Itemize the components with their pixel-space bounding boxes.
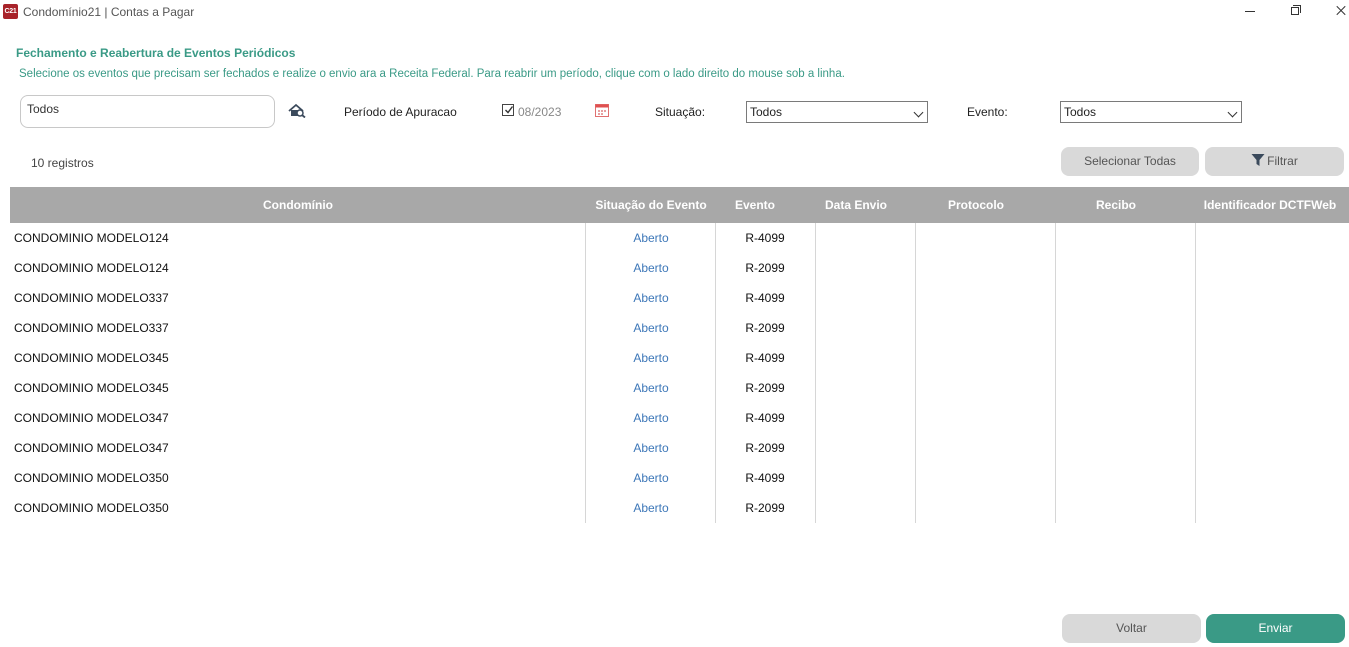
cell-evento: R-4099 bbox=[745, 351, 785, 365]
cell-situacao: Aberto bbox=[633, 471, 669, 485]
condominio-filter-input[interactable]: Todos bbox=[20, 95, 275, 128]
table-row[interactable]: CONDOMINIO MODELO124 Aberto R-4099 bbox=[10, 223, 1349, 253]
table-row[interactable]: CONDOMINIO MODELO347 Aberto R-2099 bbox=[10, 433, 1349, 463]
cell-condominio: CONDOMINIO MODELO124 bbox=[14, 261, 169, 275]
cell-condominio: CONDOMINIO MODELO337 bbox=[14, 291, 169, 305]
cell-situacao: Aberto bbox=[633, 231, 669, 245]
column-header-evento[interactable]: Evento bbox=[716, 187, 794, 223]
cell-evento: R-4099 bbox=[745, 291, 785, 305]
cell-evento: R-2099 bbox=[745, 381, 785, 395]
cell-condominio: CONDOMINIO MODELO350 bbox=[14, 501, 169, 515]
column-header-data-envio[interactable]: Data Envio bbox=[816, 187, 896, 223]
column-header-protocolo[interactable]: Protocolo bbox=[916, 187, 1036, 223]
cell-evento: R-2099 bbox=[745, 261, 785, 275]
select-all-button[interactable]: Selecionar Todas bbox=[1061, 147, 1199, 176]
cell-situacao: Aberto bbox=[633, 261, 669, 275]
calendar-icon[interactable] bbox=[595, 103, 609, 117]
chevron-down-icon bbox=[1227, 107, 1238, 118]
title-bar: C21 Condomínio21 | Contas a Pagar bbox=[0, 0, 1349, 24]
cell-evento: R-4099 bbox=[745, 231, 785, 245]
situacao-select[interactable]: Todos bbox=[746, 101, 928, 123]
close-icon[interactable] bbox=[1332, 3, 1349, 19]
evento-select[interactable]: Todos bbox=[1060, 101, 1242, 123]
evento-label: Evento: bbox=[967, 105, 1008, 119]
filter-button[interactable]: Filtrar bbox=[1205, 147, 1344, 176]
table-row[interactable]: CONDOMINIO MODELO345 Aberto R-2099 bbox=[10, 373, 1349, 403]
chevron-down-icon bbox=[913, 107, 924, 118]
cell-evento: R-2099 bbox=[745, 501, 785, 515]
table-row[interactable]: CONDOMINIO MODELO350 Aberto R-4099 bbox=[10, 463, 1349, 493]
cell-condominio: CONDOMINIO MODELO347 bbox=[14, 441, 169, 455]
column-header-condominio[interactable]: Condomínio bbox=[10, 187, 586, 223]
cell-situacao: Aberto bbox=[633, 351, 669, 365]
page-instructions: Selecione os eventos que precisam ser fe… bbox=[19, 68, 845, 80]
column-header-recibo[interactable]: Recibo bbox=[1056, 187, 1176, 223]
checkbox-icon bbox=[505, 106, 514, 114]
cell-condominio: CONDOMINIO MODELO350 bbox=[14, 471, 169, 485]
cell-situacao: Aberto bbox=[633, 441, 669, 455]
record-count: 10 registros bbox=[31, 156, 94, 170]
table-row[interactable]: CONDOMINIO MODELO124 Aberto R-2099 bbox=[10, 253, 1349, 283]
table-row[interactable]: CONDOMINIO MODELO337 Aberto R-4099 bbox=[10, 283, 1349, 313]
back-button[interactable]: Voltar bbox=[1062, 614, 1201, 643]
cell-condominio: CONDOMINIO MODELO345 bbox=[14, 351, 169, 365]
minimize-icon[interactable] bbox=[1241, 3, 1259, 19]
cell-situacao: Aberto bbox=[633, 381, 669, 395]
column-header-situacao[interactable]: Situação do Evento bbox=[586, 187, 716, 223]
periodo-input[interactable]: 08/2023 bbox=[518, 105, 561, 119]
cell-evento: R-2099 bbox=[745, 321, 785, 335]
cell-condominio: CONDOMINIO MODELO345 bbox=[14, 381, 169, 395]
table-row[interactable]: CONDOMINIO MODELO347 Aberto R-4099 bbox=[10, 403, 1349, 433]
page-title: Fechamento e Reabertura de Eventos Perió… bbox=[16, 46, 296, 60]
cell-evento: R-4099 bbox=[745, 411, 785, 425]
periodo-label: Período de Apuracao bbox=[344, 105, 457, 119]
send-button[interactable]: Enviar bbox=[1206, 614, 1345, 643]
cell-situacao: Aberto bbox=[633, 291, 669, 305]
cell-situacao: Aberto bbox=[633, 501, 669, 515]
evento-select-value: Todos bbox=[1064, 105, 1097, 119]
cell-situacao: Aberto bbox=[633, 411, 669, 425]
filter-button-label: Filtrar bbox=[1267, 154, 1298, 168]
app-logo-icon: C21 bbox=[3, 4, 18, 19]
cell-situacao: Aberto bbox=[633, 321, 669, 335]
restore-icon[interactable] bbox=[1286, 3, 1304, 19]
column-header-identificador[interactable]: Identificador DCTFWeb bbox=[1196, 187, 1344, 223]
table-row[interactable]: CONDOMINIO MODELO337 Aberto R-2099 bbox=[10, 313, 1349, 343]
table-row[interactable]: CONDOMINIO MODELO350 Aberto R-2099 bbox=[10, 493, 1349, 523]
cell-evento: R-2099 bbox=[745, 441, 785, 455]
cell-condominio: CONDOMINIO MODELO337 bbox=[14, 321, 169, 335]
situacao-select-value: Todos bbox=[750, 105, 783, 119]
cell-condominio: CONDOMINIO MODELO124 bbox=[14, 231, 169, 245]
window-title: Condomínio21 | Contas a Pagar bbox=[23, 5, 195, 19]
cell-evento: R-4099 bbox=[745, 471, 785, 485]
home-search-icon[interactable] bbox=[288, 103, 306, 119]
periodo-checkbox[interactable] bbox=[502, 104, 514, 116]
table-header: Condomínio Situação do Evento Evento Dat… bbox=[10, 187, 1349, 223]
cell-condominio: CONDOMINIO MODELO347 bbox=[14, 411, 169, 425]
funnel-icon bbox=[1251, 154, 1265, 167]
situacao-label: Situação: bbox=[655, 105, 706, 119]
table-row[interactable]: CONDOMINIO MODELO345 Aberto R-4099 bbox=[10, 343, 1349, 373]
